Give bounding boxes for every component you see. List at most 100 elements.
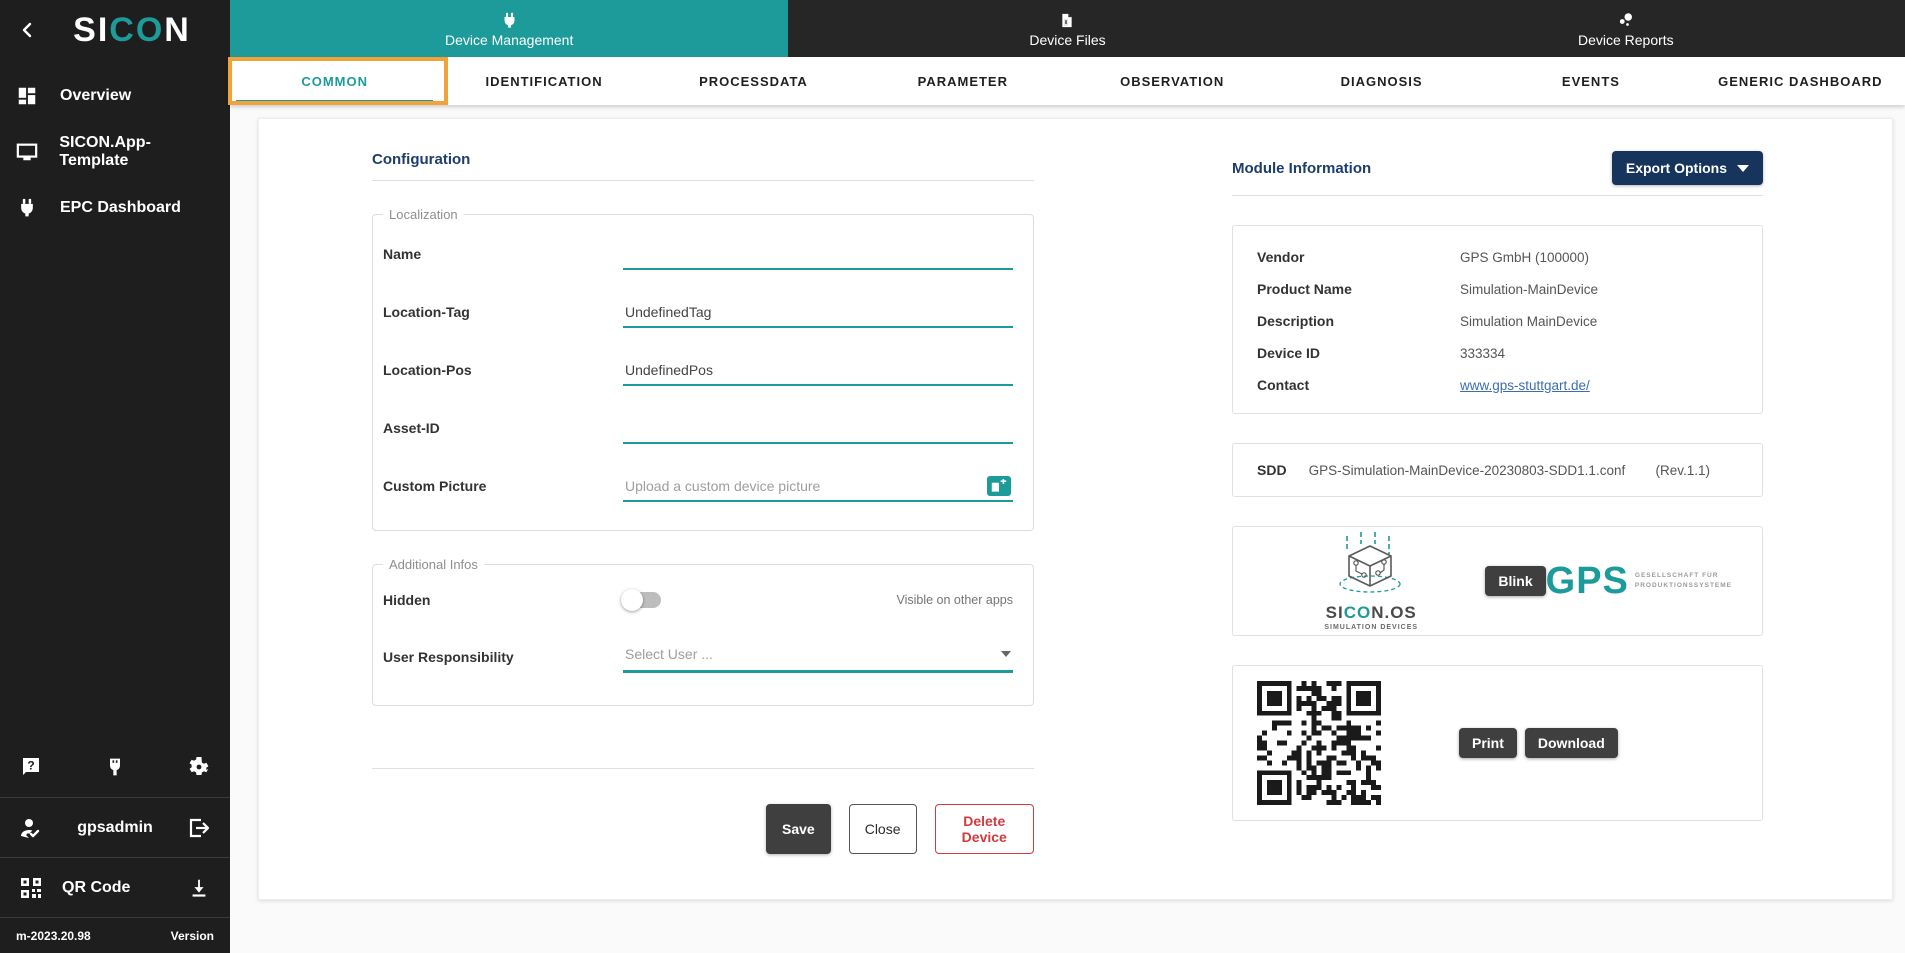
subtab-generic-dashboard[interactable]: GENERIC DASHBOARD — [1696, 57, 1905, 105]
plug-icon — [501, 9, 518, 29]
sidebar-tools: ? — [0, 737, 230, 797]
user-responsibility-label: User Responsibility — [383, 649, 623, 673]
download-icon[interactable] — [184, 873, 214, 903]
location-tag-value: UndefinedTag — [625, 304, 711, 320]
contact-link[interactable]: www.gps-stuttgart.de/ — [1460, 378, 1590, 393]
form-row-custom-picture: Custom Picture Upload a custom device pi… — [383, 474, 1013, 502]
qr-code-label: QR Code — [62, 879, 184, 897]
gps-logo: GPS GESELLSCHAFT FÜRPRODUKTIONSSYSTEME — [1546, 560, 1732, 603]
close-button[interactable]: Close — [849, 804, 917, 854]
sidebar-nav: Overview SICON.App-Template EPC Dashboar… — [0, 68, 230, 236]
device-info-panel: Vendor GPS GmbH (100000) Product Name Si… — [1232, 225, 1763, 414]
device-subtabs: COMMON IDENTIFICATION PROCESSDATA PARAME… — [230, 57, 1905, 105]
add-picture-icon[interactable] — [987, 476, 1011, 496]
sicon-os-logo: SICON.OS SIMULATION DEVICES — [1299, 532, 1443, 631]
description-label: Description — [1257, 313, 1460, 329]
main-area: Device Management Device Files Device Re… — [230, 0, 1905, 953]
delete-device-button[interactable]: Delete Device — [935, 804, 1035, 854]
module-information-title: Module Information — [1232, 160, 1371, 177]
device-qr-code — [1257, 681, 1381, 805]
subtab-parameter[interactable]: PARAMETER — [858, 57, 1067, 105]
version-number: m-2023.20.98 — [16, 929, 91, 943]
location-pos-input[interactable]: UndefinedPos — [623, 358, 1013, 386]
download-button[interactable]: Download — [1525, 728, 1618, 758]
tab-device-management[interactable]: Device Management — [230, 0, 788, 57]
qr-actions: Print Download — [1459, 728, 1618, 758]
sicon-logo: SICON — [44, 11, 220, 50]
content-area: Configuration Localization Name Location… — [230, 105, 1905, 953]
localization-legend: Localization — [383, 207, 464, 222]
hidden-toggle[interactable] — [623, 592, 661, 608]
user-responsibility-row: User Responsibility Select User ... — [383, 642, 1013, 673]
sidebar-item-epc-dashboard[interactable]: EPC Dashboard — [0, 180, 230, 236]
sidebar-item-label: EPC Dashboard — [60, 199, 181, 217]
user-check-icon[interactable] — [16, 813, 46, 843]
sidebar-item-sicon-app-template[interactable]: SICON.App-Template — [0, 124, 230, 180]
user-responsibility-select[interactable]: Select User ... — [623, 642, 1013, 673]
custom-picture-input[interactable]: Upload a custom device picture — [623, 474, 1013, 502]
sidebar-qr-row: QR Code — [0, 857, 230, 917]
logo-text: O — [136, 11, 164, 49]
info-row-description: Description Simulation MainDevice — [1257, 305, 1738, 337]
branding-panel: SICON.OS SIMULATION DEVICES Blink GPS GE… — [1232, 526, 1763, 636]
form-row-location-tag: Location-Tag UndefinedTag — [383, 300, 1013, 328]
device-card: Configuration Localization Name Location… — [258, 118, 1893, 900]
additional-infos-fieldset: Additional Infos Hidden Visible on other… — [372, 557, 1034, 706]
form-row-location-pos: Location-Pos UndefinedPos — [383, 358, 1013, 386]
divider — [372, 180, 1034, 181]
subtab-label: OBSERVATION — [1120, 74, 1224, 89]
subtab-identification[interactable]: IDENTIFICATION — [439, 57, 648, 105]
subtab-diagnosis[interactable]: DIAGNOSIS — [1277, 57, 1486, 105]
export-options-button[interactable]: Export Options — [1612, 151, 1763, 185]
vendor-value: GPS GmbH (100000) — [1460, 250, 1589, 265]
divider — [1232, 195, 1763, 196]
subtab-label: PARAMETER — [918, 74, 1008, 89]
subtab-processdata[interactable]: PROCESSDATA — [649, 57, 858, 105]
info-row-device-id: Device ID 333334 — [1257, 337, 1738, 369]
device-icon[interactable] — [100, 752, 130, 782]
app-tabs: Device Management Device Files Device Re… — [230, 0, 1905, 57]
toggle-knob — [621, 589, 643, 611]
chevron-down-icon — [1737, 165, 1749, 172]
asset-id-input[interactable] — [623, 416, 1013, 444]
name-input[interactable] — [623, 242, 1013, 270]
tab-device-files[interactable]: Device Files — [788, 0, 1346, 57]
device-id-label: Device ID — [1257, 345, 1460, 361]
print-button[interactable]: Print — [1459, 728, 1517, 758]
sidebar-item-overview[interactable]: Overview — [0, 68, 230, 124]
active-tab-underline — [236, 100, 433, 103]
subtab-label: EVENTS — [1562, 74, 1620, 89]
subtab-common[interactable]: COMMON — [230, 57, 439, 105]
tab-label: Device Files — [1029, 32, 1105, 48]
collapse-sidebar-icon[interactable] — [10, 13, 44, 47]
sdd-panel: SDD GPS-Simulation-MainDevice-20230803-S… — [1232, 443, 1763, 497]
logo-text: C — [109, 11, 136, 49]
tab-device-reports[interactable]: Device Reports — [1347, 0, 1905, 57]
form-row-asset-id: Asset-ID — [383, 416, 1013, 444]
location-tag-input[interactable]: UndefinedTag — [623, 300, 1013, 328]
product-name-value: Simulation-MainDevice — [1460, 282, 1598, 297]
info-row-vendor: Vendor GPS GmbH (100000) — [1257, 241, 1738, 273]
description-value: Simulation MainDevice — [1460, 314, 1597, 329]
sidebar-version-row: m-2023.20.98 Version — [0, 917, 230, 953]
sicon-os-cube-art — [1325, 532, 1417, 598]
location-tag-label: Location-Tag — [383, 304, 623, 328]
export-options-label: Export Options — [1626, 160, 1727, 176]
help-icon[interactable]: ? — [16, 752, 46, 782]
save-button[interactable]: Save — [766, 804, 831, 854]
gear-icon[interactable] — [184, 752, 214, 782]
subtab-observation[interactable]: OBSERVATION — [1068, 57, 1277, 105]
logout-icon[interactable] — [184, 813, 214, 843]
subtab-events[interactable]: EVENTS — [1486, 57, 1695, 105]
subtab-label: GENERIC DASHBOARD — [1718, 74, 1882, 89]
configuration-section: Configuration Localization Name Location… — [372, 151, 1034, 854]
sicon-os-subtitle: SIMULATION DEVICES — [1299, 624, 1443, 631]
blink-button[interactable]: Blink — [1485, 566, 1545, 596]
info-row-product-name: Product Name Simulation-MainDevice — [1257, 273, 1738, 305]
gps-logo-subtitle: GESELLSCHAFT FÜRPRODUKTIONSSYSTEME — [1635, 571, 1732, 591]
form-row-name: Name — [383, 242, 1013, 270]
custom-picture-label: Custom Picture — [383, 478, 623, 502]
form-actions: Save Close Delete Device — [766, 804, 1034, 854]
bubbles-icon — [1617, 9, 1635, 29]
qr-code-icon[interactable] — [16, 873, 46, 903]
